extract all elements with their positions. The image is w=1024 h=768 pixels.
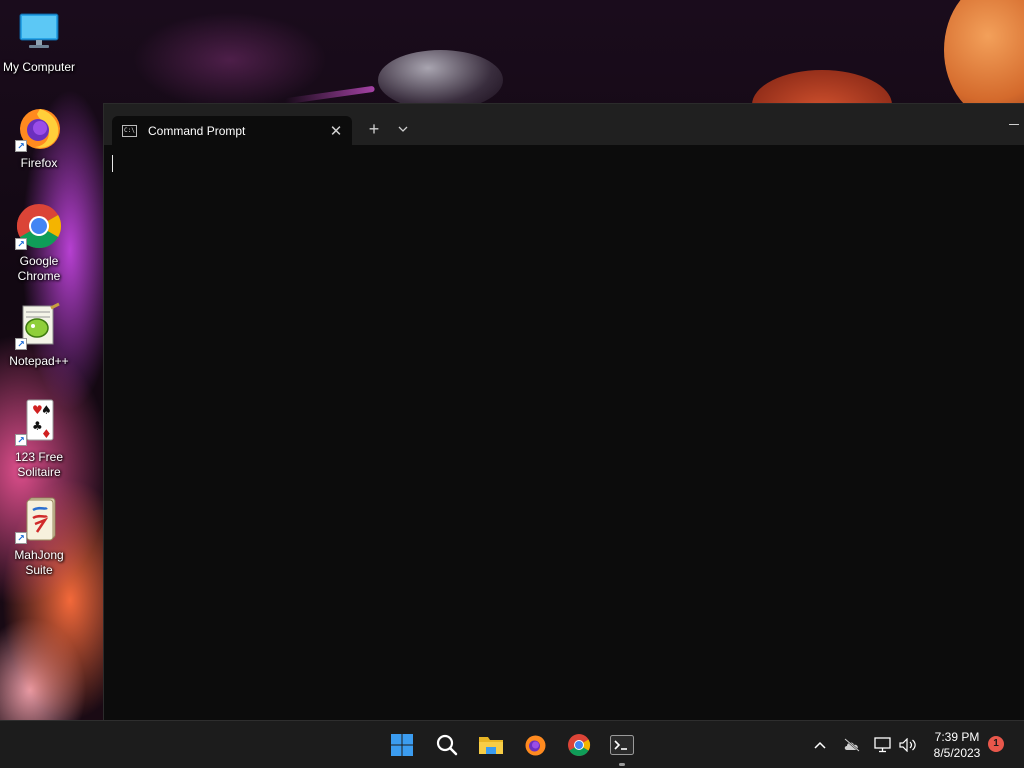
minimize-button[interactable] bbox=[1004, 114, 1024, 134]
firefox-taskbar-button[interactable] bbox=[519, 729, 551, 761]
terminal-taskbar-button[interactable] bbox=[606, 729, 638, 761]
taskbar: 7:39 PM 8/5/2023 bbox=[0, 720, 1024, 768]
desktop-icon-notepad-plus-plus[interactable]: ↗ Notepad++ bbox=[0, 302, 78, 369]
shortcut-arrow-icon: ↗ bbox=[15, 338, 27, 350]
svg-text:♦: ♦ bbox=[41, 427, 52, 441]
terminal-window[interactable]: C:\ Command Prompt ✕ + bbox=[104, 104, 1024, 720]
firefox-icon: ↗ bbox=[15, 104, 63, 152]
desktop-icon-mahjong-suite[interactable]: ↗ MahJong Suite bbox=[0, 496, 78, 578]
chevron-down-icon bbox=[398, 126, 408, 132]
chrome-icon bbox=[568, 734, 591, 757]
svg-text:♠: ♠ bbox=[41, 403, 52, 417]
desktop-icon-my-computer[interactable]: My Computer bbox=[0, 8, 78, 75]
wallpaper-glass-bubble bbox=[378, 50, 503, 110]
wallpaper-orange-orb bbox=[944, 0, 1024, 120]
mahjong-tile-icon: ↗ bbox=[15, 496, 63, 544]
shortcut-arrow-icon: ↗ bbox=[15, 140, 27, 152]
shortcut-arrow-icon: ↗ bbox=[15, 532, 27, 544]
cloud-offline-icon bbox=[844, 738, 860, 752]
network-button[interactable] bbox=[873, 733, 893, 757]
file-explorer-button[interactable] bbox=[475, 729, 507, 761]
notepad-plus-plus-icon: ↗ bbox=[15, 302, 63, 350]
desktop-icon-123-free-solitaire[interactable]: ♥ ♠ ♣ ♦ ↗ 123 Free Solitaire bbox=[0, 398, 78, 480]
start-icon bbox=[391, 734, 413, 756]
desktop-icon-google-chrome[interactable]: ↗ Google Chrome bbox=[0, 202, 78, 284]
network-icon bbox=[874, 737, 891, 753]
tab-title: Command Prompt bbox=[148, 123, 246, 138]
tab-dropdown-button[interactable] bbox=[392, 117, 414, 141]
solitaire-cards-icon: ♥ ♠ ♣ ♦ ↗ bbox=[15, 398, 63, 446]
tab-command-prompt[interactable]: C:\ Command Prompt ✕ bbox=[112, 116, 352, 145]
volume-button[interactable] bbox=[897, 733, 919, 757]
show-hidden-icons-button[interactable] bbox=[810, 733, 830, 757]
notification-badge[interactable]: 1 bbox=[988, 736, 1004, 752]
firefox-icon bbox=[525, 735, 546, 756]
monitor-icon bbox=[15, 8, 63, 56]
shortcut-arrow-icon: ↗ bbox=[15, 238, 27, 250]
active-app-indicator bbox=[619, 763, 625, 766]
desktop-icon-firefox[interactable]: ↗ Firefox bbox=[0, 104, 78, 171]
cmd-icon: C:\ bbox=[122, 124, 137, 137]
search-button[interactable] bbox=[431, 729, 463, 761]
file-explorer-icon bbox=[479, 737, 503, 754]
desktop-icon-label: My Computer bbox=[2, 60, 76, 74]
desktop-icon-label: Firefox bbox=[20, 156, 58, 170]
desktop-icon-label: Google Chrome bbox=[17, 254, 61, 283]
title-bar[interactable]: C:\ Command Prompt ✕ + bbox=[104, 104, 1024, 145]
wallpaper-streak bbox=[285, 85, 375, 105]
terminal-icon bbox=[610, 735, 634, 755]
volume-icon bbox=[899, 738, 916, 752]
desktop-icon-label: MahJong Suite bbox=[14, 548, 64, 577]
search-icon bbox=[436, 734, 458, 756]
chrome-icon: ↗ bbox=[15, 202, 63, 250]
shortcut-arrow-icon: ↗ bbox=[15, 434, 27, 446]
chrome-taskbar-button[interactable] bbox=[563, 729, 595, 761]
onedrive-button[interactable] bbox=[841, 733, 863, 757]
start-button[interactable] bbox=[386, 729, 418, 761]
desktop-icon-label: Notepad++ bbox=[9, 354, 69, 368]
console-area[interactable] bbox=[104, 145, 1024, 720]
clock[interactable]: 7:39 PM 8/5/2023 bbox=[922, 729, 992, 761]
desktop: My Computer ↗ Firefox ↗ Google Chrome ↗ … bbox=[0, 0, 1024, 720]
chevron-up-icon bbox=[814, 741, 826, 749]
desktop-icon-label: 123 Free Solitaire bbox=[14, 450, 64, 479]
text-cursor bbox=[112, 155, 113, 172]
clock-date: 8/5/2023 bbox=[933, 746, 981, 760]
new-tab-button[interactable]: + bbox=[362, 117, 386, 141]
clock-time: 7:39 PM bbox=[934, 730, 980, 744]
tab-close-button[interactable]: ✕ bbox=[322, 117, 350, 145]
